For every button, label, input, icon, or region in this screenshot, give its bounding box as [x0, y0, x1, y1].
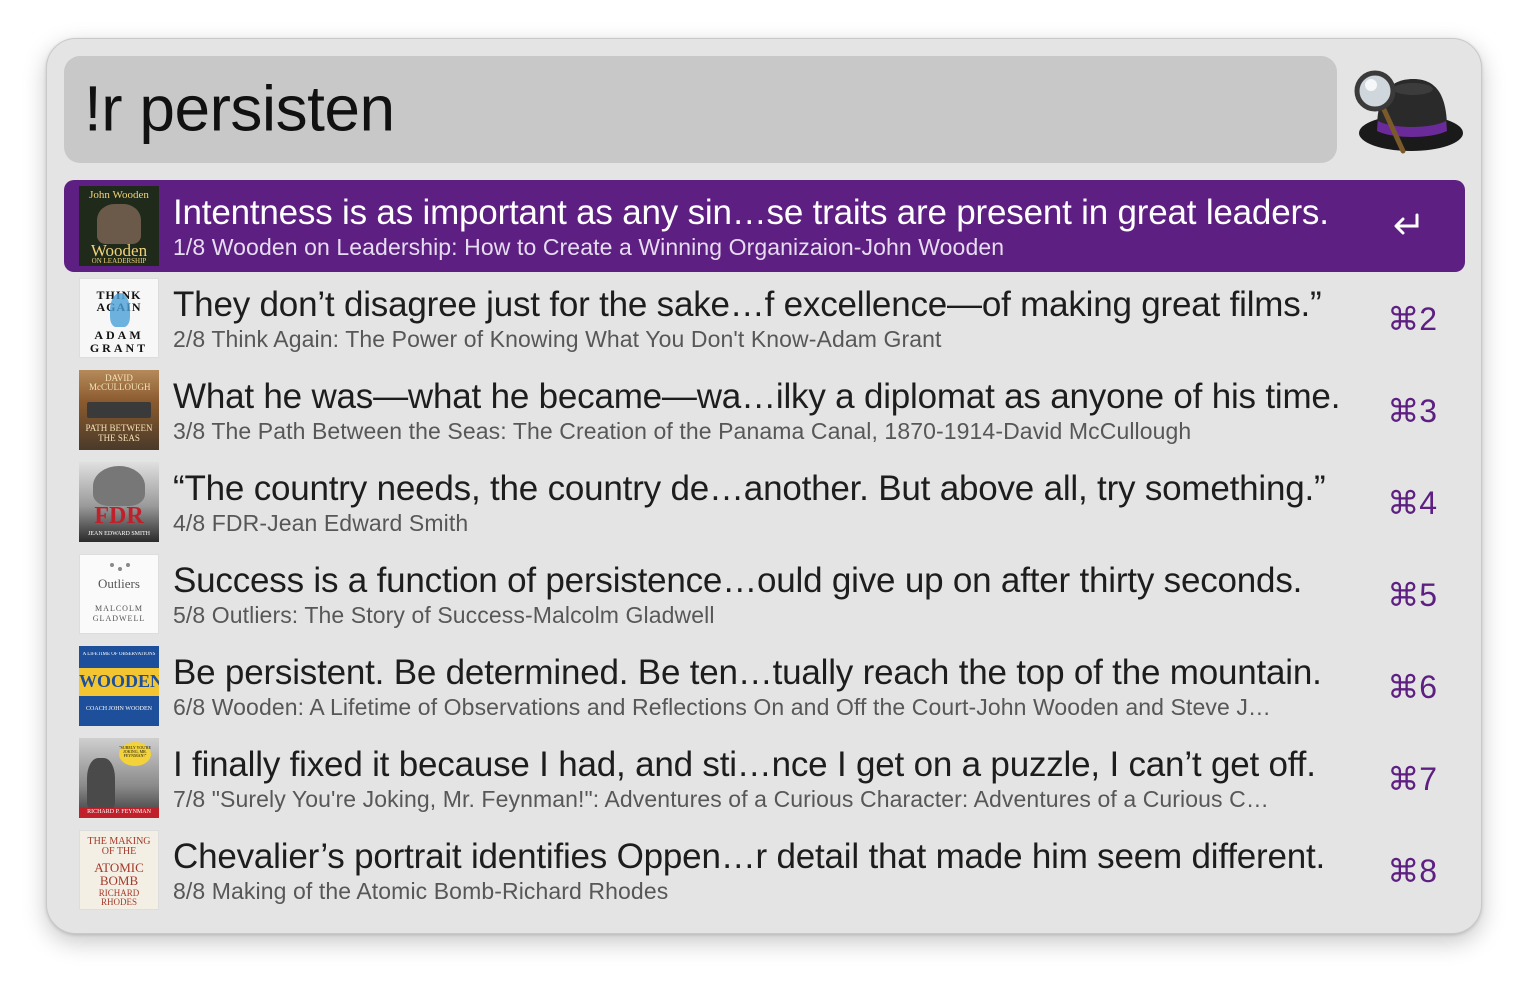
- result-row[interactable]: Outliers MALCOLM GLADWELL Success is a f…: [64, 548, 1465, 640]
- cover-text: RICHARD P. FEYNMAN: [87, 809, 151, 815]
- shortcut-label: ⌘8: [1387, 853, 1437, 889]
- shortcut-label: ⌘3: [1387, 393, 1437, 429]
- book-cover-image: Outliers MALCOLM GLADWELL: [79, 554, 159, 634]
- book-cover-image: "SURELY YOU'RE JOKING, MR. FEYNMAN!" RIC…: [79, 738, 159, 818]
- cover-text: DAVID McCULLOUGH: [89, 374, 151, 392]
- cover-text: ADAM: [94, 329, 144, 341]
- result-title: What he was—what he became—wa…ilky a dip…: [173, 377, 1341, 416]
- search-query[interactable]: !r persisten: [84, 71, 395, 145]
- cover-text: JEAN EDWARD SMITH: [88, 531, 150, 537]
- result-subtitle: 2/8 Think Again: The Power of Knowing Wh…: [173, 326, 942, 352]
- cover-text: THE MAKING OF THE: [87, 837, 151, 857]
- result-row[interactable]: John Wooden Wooden ON LEADERSHIP Intentn…: [64, 180, 1465, 272]
- cover-text: GRANT: [89, 342, 149, 354]
- cover-text: ATOMIC BOMB: [94, 861, 144, 887]
- cover-text: RICHARD RHODES: [98, 889, 140, 907]
- cover-text: A LIFETIME OF OBSERVATIONS: [82, 652, 156, 657]
- dots-decoration: [108, 561, 132, 573]
- shortcut-label: ⌘5: [1387, 577, 1437, 613]
- launcher-window: !r persisten John Wooden Wooden ON LEADE…: [46, 38, 1482, 934]
- cover-text: John Wooden: [89, 190, 149, 201]
- cover-text: Outliers: [98, 577, 140, 590]
- ship-illustration: [87, 402, 151, 418]
- result-title: Chevalier’s portrait identifies Oppen…r …: [173, 837, 1326, 876]
- cover-text: GLADWELL: [92, 615, 146, 623]
- result-title: They don’t disagree just for the sake…f …: [173, 285, 1322, 324]
- bowler-hat-icon[interactable]: [1353, 63, 1465, 155]
- result-subtitle: 5/8 Outliers: The Story of Success-Malco…: [173, 602, 715, 628]
- result-title: I finally fixed it because I had, and st…: [173, 745, 1316, 784]
- result-subtitle: 8/8 Making of the Atomic Bomb-Richard Rh…: [173, 878, 669, 904]
- return-key-icon: [1394, 213, 1419, 235]
- cover-text: COACH JOHN WOODEN: [86, 706, 152, 712]
- results-list: John Wooden Wooden ON LEADERSHIP Intentn…: [64, 180, 1465, 916]
- shortcut-label: ⌘4: [1387, 485, 1437, 521]
- cover-text: THE SEAS: [98, 434, 140, 443]
- result-title: Success is a function of persistence…oul…: [173, 561, 1303, 600]
- book-cover-image: THE MAKING OF THE ATOMIC BOMB RICHARD RH…: [79, 830, 159, 910]
- result-row[interactable]: A LIFETIME OF OBSERVATIONS WOODEN COACH …: [64, 640, 1465, 732]
- cover-text: FDR: [94, 504, 144, 528]
- shortcut-label: ⌘2: [1387, 301, 1437, 337]
- result-row[interactable]: "SURELY YOU'RE JOKING, MR. FEYNMAN!" RIC…: [64, 732, 1465, 824]
- portrait: [93, 466, 145, 506]
- cover-text: MALCOLM: [95, 605, 143, 613]
- result-subtitle: 4/8 FDR-Jean Edward Smith: [173, 510, 469, 536]
- cover-text: "SURELY YOU'RE JOKING, MR. FEYNMAN!": [119, 746, 151, 758]
- result-title: “The country needs, the country de…anoth…: [173, 469, 1326, 508]
- result-row[interactable]: FDR JEAN EDWARD SMITH “The country needs…: [64, 456, 1465, 548]
- shortcut-label: ⌘7: [1387, 761, 1437, 797]
- result-row[interactable]: THINK AGAIN ADAM GRANT They don’t disagr…: [64, 272, 1465, 364]
- portrait: [97, 204, 141, 244]
- book-cover-image: FDR JEAN EDWARD SMITH: [79, 462, 159, 542]
- cover-text: PATH BETWEEN: [85, 424, 153, 433]
- result-row[interactable]: DAVID McCULLOUGH PATH BETWEEN THE SEAS W…: [64, 364, 1465, 456]
- book-cover-image: John Wooden Wooden ON LEADERSHIP: [79, 186, 159, 266]
- result-title: Intentness is as important as any sin…se…: [173, 193, 1329, 232]
- cover-text: Wooden: [90, 242, 148, 259]
- book-cover-image: A LIFETIME OF OBSERVATIONS WOODEN COACH …: [79, 646, 159, 726]
- result-title: Be persistent. Be determined. Be ten…tua…: [173, 653, 1322, 692]
- result-subtitle: 7/8 "Surely You're Joking, Mr. Feynman!"…: [173, 786, 1269, 812]
- portrait: [87, 758, 115, 808]
- cover-text: ON LEADERSHIP: [91, 258, 147, 265]
- result-subtitle: 3/8 The Path Between the Seas: The Creat…: [173, 418, 1192, 444]
- shortcut-label: ⌘6: [1387, 669, 1437, 705]
- result-subtitle: 6/8 Wooden: A Lifetime of Observations a…: [173, 694, 1272, 720]
- bulb-illustration: [110, 293, 130, 327]
- search-box[interactable]: !r persisten: [64, 56, 1337, 163]
- cover-text: WOODEN: [79, 672, 159, 690]
- result-row[interactable]: THE MAKING OF THE ATOMIC BOMB RICHARD RH…: [64, 824, 1465, 916]
- book-cover-image: DAVID McCULLOUGH PATH BETWEEN THE SEAS: [79, 370, 159, 450]
- result-subtitle: 1/8 Wooden on Leadership: How to Create …: [173, 234, 1005, 260]
- book-cover-image: THINK AGAIN ADAM GRANT: [79, 278, 159, 358]
